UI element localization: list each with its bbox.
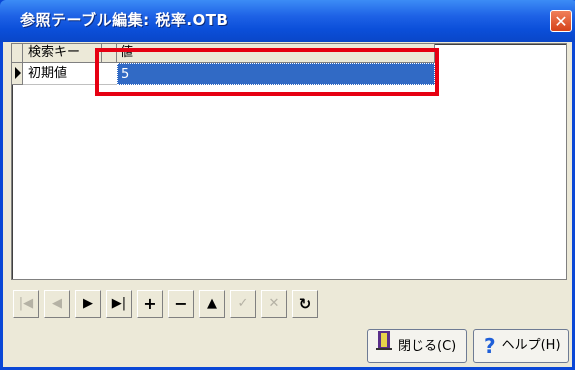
nav-last-button[interactable]: ▶|	[106, 290, 132, 318]
row-indicator[interactable]	[12, 63, 23, 85]
nav-first-button[interactable]: |◀	[13, 290, 39, 318]
window-title: 参照テーブル編集: 税率.OTB	[20, 11, 229, 29]
nav-refresh-button[interactable]: ↻	[292, 290, 318, 318]
close-button[interactable]: 閉じる(C)	[367, 329, 467, 363]
nav-prior-button[interactable]: ◀	[44, 290, 70, 318]
help-button[interactable]: ? ヘルプ(H)	[473, 329, 569, 363]
grid-header-corner	[12, 44, 23, 63]
help-button-label: ヘルプ(H)	[501, 338, 561, 353]
close-button-label: 閉じる(C)	[398, 339, 457, 354]
row-pointer-icon	[15, 67, 21, 79]
title-bar[interactable]: 参照テーブル編集: 税率.OTB ✕	[0, 0, 575, 42]
db-navigator: |◀ ◀ ▶ ▶| + − ▲ ✓ ✕ ↻	[13, 290, 331, 318]
table-cell-key[interactable]: 初期値	[23, 63, 102, 85]
nav-insert-button[interactable]: +	[137, 290, 163, 318]
highlight-box	[95, 48, 439, 96]
nav-next-button[interactable]: ▶	[75, 290, 101, 318]
nav-cancel-button[interactable]: ✕	[261, 290, 287, 318]
door-icon	[376, 330, 392, 363]
nav-post-button[interactable]: ✓	[230, 290, 256, 318]
grid-column-header-key[interactable]: 検索キー	[23, 44, 102, 63]
close-window-button[interactable]: ✕	[550, 10, 572, 32]
nav-delete-button[interactable]: −	[168, 290, 194, 318]
nav-edit-button[interactable]: ▲	[199, 290, 225, 318]
question-mark-icon: ?	[484, 333, 496, 358]
